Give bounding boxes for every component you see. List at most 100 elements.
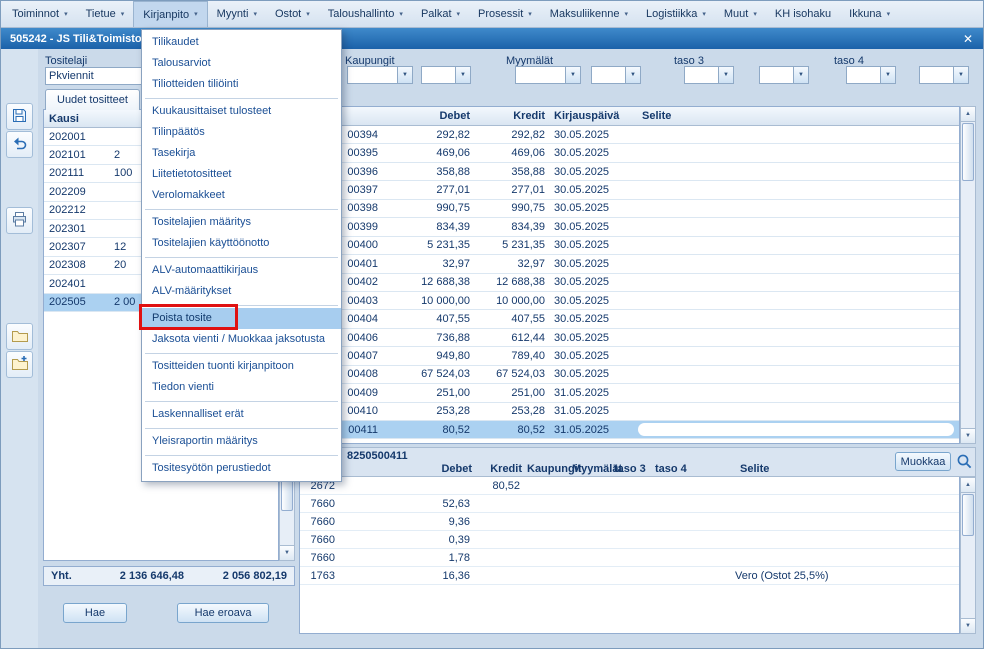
vienti-row[interactable]: 76600,39 xyxy=(300,531,959,549)
menubar-item-muut[interactable]: Muut▾ xyxy=(715,1,766,27)
magnifier-icon[interactable] xyxy=(956,453,973,473)
menu-item-tositelajien-kayttoonotto[interactable]: Tositelajien käyttöönotto xyxy=(142,233,341,254)
scroll-down-icon[interactable]: ▼ xyxy=(961,618,975,633)
tosite-row[interactable]: 00409251,00251,0031.05.2025 xyxy=(300,384,959,402)
menubar-item-ikkuna[interactable]: Ikkuna▾ xyxy=(840,1,899,27)
menu-item-yleisraportin-maaritys[interactable]: Yleisraportin määritys xyxy=(142,431,341,452)
folder-new-button[interactable] xyxy=(6,351,33,378)
combo-arrow-icon[interactable]: ▼ xyxy=(565,67,580,83)
folder-icon xyxy=(11,328,29,346)
tosite-row[interactable]: 0040132,9732,9730.05.2025 xyxy=(300,255,959,273)
filter-combo-taso3-2[interactable]: ▼ xyxy=(759,66,809,84)
kirjauspaiva-cell: 30.05.2025 xyxy=(547,147,635,159)
tosite-row[interactable]: 0041180,5280,5231.05.2025 xyxy=(300,421,959,439)
menubar-item-tietue[interactable]: Tietue▾ xyxy=(77,1,134,27)
filter-combo-kaupungit-1[interactable]: ▼ xyxy=(347,66,413,84)
menu-item-alv-maaritykset[interactable]: ALV-määritykset xyxy=(142,281,341,302)
vienti-row[interactable]: 76609,36 xyxy=(300,513,959,531)
tosite-row[interactable]: 00398990,75990,7530.05.2025 xyxy=(300,200,959,218)
filter-combo-kaupungit-2[interactable]: ▼ xyxy=(421,66,471,84)
menu-item-tasekirja[interactable]: Tasekirja xyxy=(142,143,341,164)
close-icon[interactable]: ✕ xyxy=(960,31,976,46)
tosite-row[interactable]: 00406736,88612,4430.05.2025 xyxy=(300,329,959,347)
tosite-row[interactable]: 0040867 524,0367 524,0330.05.2025 xyxy=(300,366,959,384)
combo-value xyxy=(422,67,455,83)
menubar-item-toiminnot[interactable]: Toiminnot▾ xyxy=(3,1,77,27)
hae-eroava-button[interactable]: Hae eroava xyxy=(177,603,269,623)
tosite-row[interactable]: 00396358,88358,8830.05.2025 xyxy=(300,163,959,181)
menubar-item-maksuliikenne[interactable]: Maksuliikenne▾ xyxy=(541,1,637,27)
tosite-row[interactable]: 00397277,01277,0130.05.2025 xyxy=(300,181,959,199)
scrollbar-thumb[interactable] xyxy=(962,494,974,536)
tosite-row[interactable]: 00410253,28253,2831.05.2025 xyxy=(300,403,959,421)
filter-combo-myymalat-2[interactable]: ▼ xyxy=(591,66,641,84)
combo-arrow-icon[interactable]: ▼ xyxy=(455,67,470,83)
tosite-row[interactable]: 00394292,82292,8230.05.2025 xyxy=(300,126,959,144)
tosite-row[interactable]: 00399834,39834,3930.05.2025 xyxy=(300,218,959,236)
chevron-down-icon: ▾ xyxy=(399,11,403,18)
combo-arrow-icon[interactable]: ▼ xyxy=(953,67,968,83)
menu-item-jaksota-vienti-muokkaa-jaksotusta[interactable]: Jaksota vienti / Muokkaa jaksotusta xyxy=(142,329,341,350)
menu-item-poista-tosite[interactable]: Poista tosite xyxy=(142,308,341,329)
combo-arrow-icon[interactable]: ▼ xyxy=(718,67,733,83)
menu-item-kuukausittaiset-tulosteet[interactable]: Kuukausittaiset tulosteet xyxy=(142,101,341,122)
folder-button[interactable] xyxy=(6,323,33,350)
hae-button[interactable]: Hae xyxy=(63,603,127,623)
menu-item-verolomakkeet[interactable]: Verolomakkeet xyxy=(142,185,341,206)
scroll-up-icon[interactable]: ▲ xyxy=(961,107,975,122)
menubar-item-prosessit[interactable]: Prosessit▾ xyxy=(469,1,541,27)
filter-combo-taso4-1[interactable]: ▼ xyxy=(846,66,896,84)
menubar-item-taloushallinto[interactable]: Taloushallinto▾ xyxy=(319,1,412,27)
menu-item-tositelajien-maaritys[interactable]: Tositelajien määritys xyxy=(142,212,341,233)
filter-combo-taso3-1[interactable]: ▼ xyxy=(684,66,734,84)
menu-item-liitetietotositteet[interactable]: Liitetietotositteet xyxy=(142,164,341,185)
tab-uudet-tositteet[interactable]: Uudet tositteet xyxy=(45,89,140,110)
detail-table-scrollbar[interactable]: ▲ ▼ xyxy=(960,477,976,634)
filter-combo-myymalat-1[interactable]: ▼ xyxy=(515,66,581,84)
combo-arrow-icon[interactable]: ▼ xyxy=(625,67,640,83)
muokkaa-button[interactable]: Muokkaa xyxy=(895,452,951,471)
scrollbar-thumb[interactable] xyxy=(962,123,974,181)
menu-item-tiedon-vienti[interactable]: Tiedon vienti xyxy=(142,377,341,398)
tosite-row[interactable]: 00395469,06469,0630.05.2025 xyxy=(300,144,959,162)
save-button[interactable] xyxy=(6,103,33,130)
menubar-item-logistiikka[interactable]: Logistiikka▾ xyxy=(637,1,715,27)
menu-item-tositteiden-tuonti-kirjanpitoon[interactable]: Tositteiden tuonti kirjanpitoon xyxy=(142,356,341,377)
menu-item-talousarviot[interactable]: Talousarviot xyxy=(142,53,341,74)
menu-item-alv-automaattikirjaus[interactable]: ALV-automaattikirjaus xyxy=(142,260,341,281)
tosite-table-scrollbar[interactable]: ▲ ▼ xyxy=(960,106,976,444)
menu-item-laskennalliset-erat[interactable]: Laskennalliset erät xyxy=(142,404,341,425)
combo-arrow-icon[interactable]: ▼ xyxy=(793,67,808,83)
combo-arrow-icon[interactable]: ▼ xyxy=(397,67,412,83)
menu-item-tilikaudet[interactable]: Tilikaudet xyxy=(142,32,341,53)
menubar-item-ostot[interactable]: Ostot▾ xyxy=(266,1,319,27)
scroll-down-icon[interactable]: ▼ xyxy=(280,545,294,560)
menubar-item-palkat[interactable]: Palkat▾ xyxy=(412,1,469,27)
filter-combo-taso4-2[interactable]: ▼ xyxy=(919,66,969,84)
tosite-row[interactable]: 0040212 688,3812 688,3830.05.2025 xyxy=(300,274,959,292)
vienti-row[interactable]: 176316,36Vero (Ostot 25,5%) xyxy=(300,567,959,585)
tosite-row[interactable]: 004005 231,355 231,3530.05.2025 xyxy=(300,237,959,255)
scroll-down-icon[interactable]: ▼ xyxy=(961,428,975,443)
menubar-item-kh-isohaku[interactable]: KH isohaku xyxy=(766,1,840,27)
undo-button[interactable] xyxy=(6,131,33,158)
vienti-row[interactable]: 766052,63 xyxy=(300,495,959,513)
menu-item-tiliotteiden-tiliointi[interactable]: Tiliotteiden tiliöinti xyxy=(142,74,341,95)
combo-arrow-icon[interactable]: ▼ xyxy=(880,67,895,83)
tosite-row[interactable]: 00407949,80789,4030.05.2025 xyxy=(300,347,959,365)
scroll-up-icon[interactable]: ▲ xyxy=(961,478,975,493)
menubar-item-myynti[interactable]: Myynti▾ xyxy=(208,1,266,27)
vienti-row[interactable]: 267280,52 xyxy=(300,477,959,495)
menu-item-tilinpaatos[interactable]: Tilinpäätös xyxy=(142,122,341,143)
tosite-row[interactable]: 00404407,55407,5530.05.2025 xyxy=(300,310,959,328)
menu-item-tositesyoton-perustiedot[interactable]: Tositesyötön perustiedot xyxy=(142,458,341,479)
vienti-row[interactable]: 76601,78 xyxy=(300,549,959,567)
totals-label: Yht. xyxy=(44,570,84,582)
tositelaji-input[interactable] xyxy=(45,67,142,85)
selite-field[interactable] xyxy=(638,423,954,436)
menu-separator xyxy=(145,257,338,258)
menubar-item-kirjanpito[interactable]: Kirjanpito▾ xyxy=(133,1,207,27)
debet-cell: 469,06 xyxy=(380,147,472,159)
tosite-row[interactable]: 0040310 000,0010 000,0030.05.2025 xyxy=(300,292,959,310)
print-button[interactable] xyxy=(6,207,33,234)
